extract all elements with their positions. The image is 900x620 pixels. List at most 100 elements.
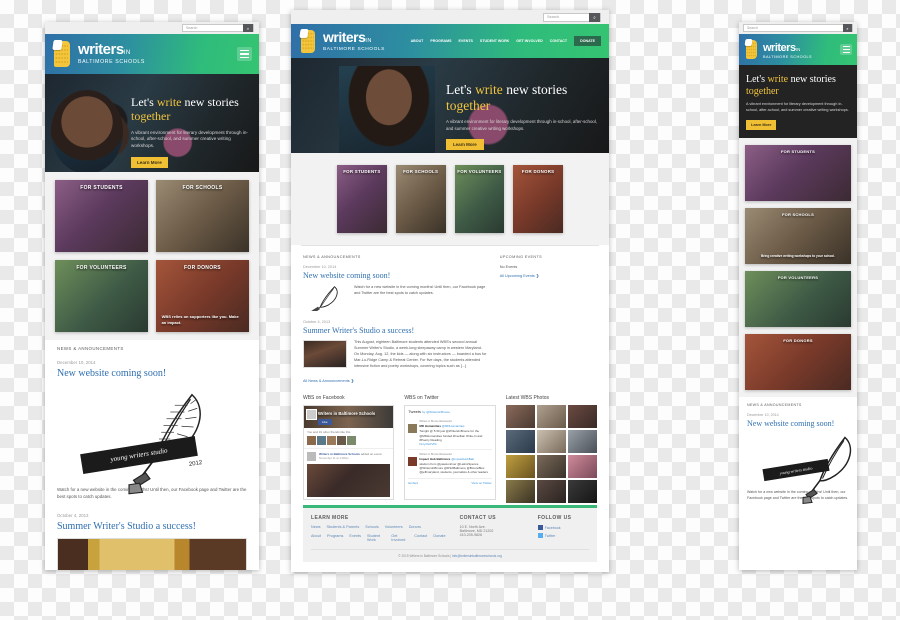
tw-retweet: Writers in Bmore Retweeted [419,452,452,456]
footer-link-news[interactable]: News [311,525,321,529]
news-title[interactable]: Summer Writer's Studio a success! [303,326,488,335]
all-news-link[interactable]: All News & Announcements ❯ [303,378,488,383]
footer-link-donors[interactable]: Donors [409,525,421,529]
news-date: December 10, 2014 [57,360,96,365]
tweet-item[interactable]: Writers in Bmore Retweeted Impact Hub Ba… [408,450,492,479]
footer-link-volunteers[interactable]: Volunteers [385,525,403,529]
footer-link-students-parents[interactable]: Students & Parents [327,525,360,529]
donate-button[interactable]: DONATE [574,36,601,46]
card-for-students[interactable]: FOR STUDENTS [745,145,851,201]
card-for-volunteers[interactable]: FOR VOLUNTEERS [55,260,148,332]
hero-learn-more-button[interactable]: Learn More [446,139,484,151]
photo-thumb[interactable] [536,480,566,504]
footer-link-about[interactable]: About [311,534,321,542]
news-title[interactable]: Summer Writer's Studio a success! [57,521,247,532]
nav-item-events[interactable]: EVENTS [459,39,473,43]
logo-book-icon[interactable] [744,39,759,60]
tw-embed-link[interactable]: Embed [408,481,418,485]
footer-facebook-link[interactable]: Facebook [545,526,561,530]
desktop-search-input[interactable]: Search [544,15,589,19]
desktop-wordmark[interactable]: writersIN BALTIMORE SCHOOLS [323,30,385,53]
photos-column: Latest WBS Photos [505,395,597,504]
tw-view-link[interactable]: View on Twitter [471,481,491,485]
card-subtitle: WBS relies on supporters like you. Make … [161,314,239,325]
footer-link-programs[interactable]: Programs [327,534,343,542]
card-title: FOR DONORS [783,338,813,343]
photo-thumb[interactable] [567,455,597,479]
nav-item-programs[interactable]: PROGRAMS [430,39,451,43]
news-title[interactable]: New website coming soon! [747,419,849,428]
tablet-wordmark[interactable]: writersIN BALTIMORE SCHOOLS [78,42,145,65]
news-title[interactable]: New website coming soon! [303,271,488,280]
footer-link-donate[interactable]: Donate [433,534,445,542]
card-for-schools[interactable]: FOR SCHOOLS Bring creative writing works… [745,208,851,264]
nav-item-student-work[interactable]: STUDENT WORK [480,39,509,43]
photo-thumb[interactable] [567,430,597,454]
footer-link-student-work[interactable]: Student Work [367,534,385,542]
tw-handle[interactable]: @ImpactHubBalt [451,457,474,461]
tw-link[interactable]: bit.ly/2eFVDt [419,442,491,446]
fb-avatar [306,409,317,421]
twitter-column: WBS on Twitter Tweets by @WritersInBmore… [404,395,496,503]
card-for-donors[interactable]: FOR DONORS WBS relies on supporters like… [156,260,249,332]
photo-thumb[interactable] [567,405,597,429]
footer-link-schools[interactable]: Schools [365,525,379,529]
logo-book-icon[interactable] [299,28,317,54]
card-for-volunteers[interactable]: FOR VOLUNTEERS [454,165,505,233]
tw-head: Tweets by @WritersInBmore [408,409,491,414]
card-for-schools[interactable]: FOR SCHOOLS [156,180,249,252]
desktop-search-button[interactable]: ⌕ [589,12,600,22]
tablet-search-box[interactable]: Search ⌕ [182,24,254,32]
photo-thumb[interactable] [536,430,566,454]
photo-thumb[interactable] [505,405,535,429]
card-title: FOR SCHOOLS [403,169,439,174]
tablet-search-input[interactable]: Search [183,26,243,30]
mobile-search-input[interactable]: Search [744,26,843,30]
card-for-students[interactable]: FOR STUDENTS [337,165,387,233]
nav-item-get-involved[interactable]: GET INVOLVED [516,39,543,43]
card-for-donors[interactable]: FOR DONORS [745,334,851,390]
fb-like-button[interactable]: Like [318,419,332,426]
card-for-students[interactable]: FOR STUDENTS [55,180,148,252]
card-for-donors[interactable]: FOR DONORS [513,165,563,233]
hero-learn-more-button[interactable]: Learn More [746,120,777,131]
photo-thumb[interactable] [505,455,535,479]
logo-book-icon[interactable] [52,40,72,68]
nav-item-contact[interactable]: CONTACT [550,39,567,43]
tablet-search-button[interactable]: ⌕ [243,24,253,32]
hero-learn-more-button[interactable]: Learn More [131,157,168,169]
photo-thumb[interactable] [567,480,597,504]
twitter-widget[interactable]: Tweets by @WritersInBmore Writers in Bmo… [404,405,496,501]
footer-link-get-involved[interactable]: Get Involved [391,534,408,542]
photo-thumb[interactable] [505,430,535,454]
card-title: FOR DONORS [184,265,221,271]
photo-thumb[interactable] [536,455,566,479]
tw-name[interactable]: MD Humanities [419,424,441,428]
brand-in: IN [123,50,131,57]
footer-link-contact[interactable]: Contact [414,534,427,542]
tw-handle[interactable]: @MDHumanities [442,424,465,428]
all-events-link[interactable]: All Upcoming Events ❯ [500,273,597,278]
desktop-search-box[interactable]: Search ⌕ [543,12,601,22]
footer-heading: LEARN MORE [311,515,349,521]
mobile-wordmark[interactable]: writersIN BALTIMORE SCHOOLS [763,39,812,60]
card-title: FOR VOLUNTEERS [457,169,502,174]
card-for-volunteers[interactable]: FOR VOLUNTEERS [745,271,851,327]
mobile-search-button[interactable]: ⌕ [843,24,852,32]
nav-item-about[interactable]: ABOUT [411,39,424,43]
news-title[interactable]: New website coming soon! [57,368,247,379]
hamburger-icon[interactable] [237,47,252,61]
tw-name[interactable]: Impact Hub Baltimore [419,457,450,461]
card-for-schools[interactable]: FOR SCHOOLS [395,165,446,233]
tweet-item[interactable]: Writers in Bmore Retweeted MD Humanities… [408,417,492,450]
photo-thumb[interactable] [536,405,566,429]
contact-email-link[interactable]: info@writersinbaltimoreschools.org [452,554,502,558]
news-item-row: This August, eighteen Baltimore students… [303,340,488,369]
hamburger-icon[interactable] [840,44,852,55]
footer-link-events[interactable]: Events [349,534,361,542]
footer-twitter-link[interactable]: Twitter [545,534,556,538]
mobile-search-box[interactable]: Search ⌕ [743,24,853,32]
photo-thumb[interactable] [505,480,535,504]
facebook-widget[interactable]: Writers in Baltimore Schools Like You an… [303,405,395,501]
tw-by-label[interactable]: by @WritersInBmore [422,410,450,414]
